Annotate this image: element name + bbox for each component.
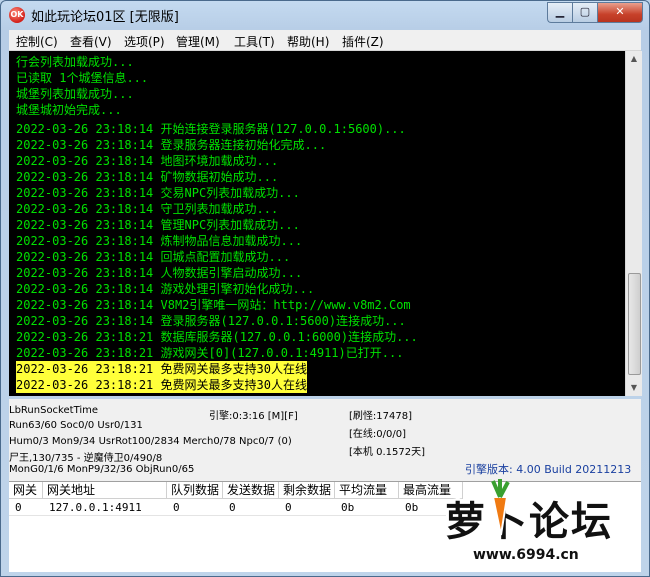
menu-manage[interactable]: 管理(M): [176, 33, 220, 50]
log-line: 2022-03-26 23:18:14 炼制物品信息加载成功...: [16, 234, 303, 248]
watermark-text: 萝卜论坛: [445, 499, 613, 545]
minimize-button[interactable]: ▁: [547, 2, 572, 23]
log-line: 2022-03-26 23:18:14 人物数据引擎启动成功...: [16, 266, 303, 280]
menu-plugins[interactable]: 插件(Z): [342, 33, 384, 50]
table-cell[interactable]: 0: [167, 500, 180, 515]
status-engine: 引擎:0:3:16 [M][F]: [209, 411, 298, 422]
status-mongo: MonG0/1/6 MonP9/32/36 ObjRun0/65: [9, 464, 195, 475]
status-online: [在线:0/0/0]: [349, 429, 406, 440]
col-header-address[interactable]: 网关地址: [43, 482, 167, 499]
status-hum: Hum0/3 Mon9/34 UsrRot100/2834 Merch0/78 …: [9, 436, 292, 447]
scroll-thumb[interactable]: [628, 273, 641, 375]
log-line-highlighted: 2022-03-26 23:18:21 免费网关最多支持30人在线: [16, 377, 307, 393]
col-header-remaining[interactable]: 剩余数据: [279, 482, 335, 499]
log-line: 2022-03-26 23:18:21 数据库服务器(127.0.0.1:600…: [16, 330, 418, 344]
table-cell[interactable]: 0b: [335, 500, 354, 515]
col-header-avg-flow[interactable]: 平均流量: [335, 482, 399, 499]
scroll-up-icon[interactable]: ▲: [626, 51, 642, 67]
log-line: 2022-03-26 23:18:14 地图环境加载成功...: [16, 154, 279, 168]
log-line: 城堡城初始完成...: [16, 103, 122, 117]
log-line: 行会列表加载成功...: [16, 55, 134, 69]
window-controls: ▁ ▢ ✕: [547, 2, 643, 23]
table-cell[interactable]: 0: [223, 500, 236, 515]
status-socket: LbRunSocketTime: [9, 405, 99, 416]
status-run: Run63/60 Soc0/0 Usr0/131: [9, 420, 143, 431]
app-icon[interactable]: OK: [9, 7, 25, 23]
log-line: 城堡列表加载成功...: [16, 87, 134, 101]
log-line-highlighted: 2022-03-26 23:18:21 免费网关最多支持30人在线: [16, 361, 307, 377]
menu-bar: 控制(C) 查看(V) 选项(P) 管理(M) 工具(T) 帮助(H) 插件(Z…: [9, 30, 641, 51]
title-bar[interactable]: OK 如此玩论坛01区 [无限版] ▁ ▢ ✕: [1, 1, 649, 29]
col-header-gateway[interactable]: 网关: [9, 482, 43, 499]
console-scrollbar[interactable]: ▲ ▼: [625, 51, 642, 396]
main-window: OK 如此玩论坛01区 [无限版] ▁ ▢ ✕ 控制(C) 查看(V) 选项(P…: [0, 0, 650, 577]
status-local: [本机 0.1572天]: [349, 447, 425, 458]
scroll-down-icon[interactable]: ▼: [626, 380, 642, 396]
log-line: 2022-03-26 23:18:14 交易NPC列表加载成功...: [16, 186, 300, 200]
log-line: 已读取 1个城堡信息...: [16, 71, 149, 85]
log-line: 2022-03-26 23:18:14 登录服务器(127.0.0.1:5600…: [16, 314, 406, 328]
table-cell[interactable]: 127.0.0.1:4911: [43, 500, 142, 515]
log-line: 2022-03-26 23:18:14 管理NPC列表加载成功...: [16, 218, 300, 232]
log-console[interactable]: 行会列表加载成功... 已读取 1个城堡信息... 城堡列表加载成功... 城堡…: [9, 51, 625, 396]
log-line: 2022-03-26 23:18:14 开始连接登录服务器(127.0.0.1:…: [16, 122, 406, 136]
site-watermark: 萝卜论坛 www.6994.cn: [417, 475, 643, 573]
table-cell[interactable]: 0: [279, 500, 292, 515]
watermark-url: www.6994.cn: [473, 547, 579, 563]
log-line: 2022-03-26 23:18:14 登录服务器连接初始化完成...: [16, 138, 327, 152]
col-header-sent[interactable]: 发送数据: [223, 482, 279, 499]
log-line: 2022-03-26 23:18:14 守卫列表加载成功...: [16, 202, 279, 216]
table-cell[interactable]: 0: [9, 500, 22, 515]
log-line: 2022-03-26 23:18:14 V8M2引擎唯一网站：http://ww…: [16, 298, 411, 312]
window-title: 如此玩论坛01区 [无限版]: [31, 10, 179, 25]
status-refresh: [刷怪:17478]: [349, 411, 412, 422]
table-row: [9, 515, 449, 516]
status-panel: LbRunSocketTime 引擎:0:3:16 [M][F] [刷怪:174…: [9, 399, 641, 481]
close-button[interactable]: ✕: [598, 2, 643, 23]
menu-options[interactable]: 选项(P): [124, 33, 165, 50]
log-line: 2022-03-26 23:18:21 游戏网关[0](127.0.0.1:49…: [16, 346, 404, 360]
table-cell[interactable]: 0b: [399, 500, 418, 515]
menu-tools[interactable]: 工具(T): [234, 33, 275, 50]
menu-view[interactable]: 查看(V): [70, 33, 112, 50]
log-line: 2022-03-26 23:18:14 游戏处理引擎初始化成功...: [16, 282, 315, 296]
log-line: 2022-03-26 23:18:14 矿物数据初始成功...: [16, 170, 279, 184]
log-line: 2022-03-26 23:18:14 回城点配置加载成功...: [16, 250, 291, 264]
maximize-button[interactable]: ▢: [572, 2, 598, 23]
carrot-icon: [491, 479, 510, 536]
status-household: 尸王,130/735 - 逆魔侍卫0/490/8: [9, 453, 163, 464]
menu-control[interactable]: 控制(C): [16, 33, 58, 50]
col-header-queue[interactable]: 队列数据: [167, 482, 223, 499]
menu-help[interactable]: 帮助(H): [287, 33, 329, 50]
